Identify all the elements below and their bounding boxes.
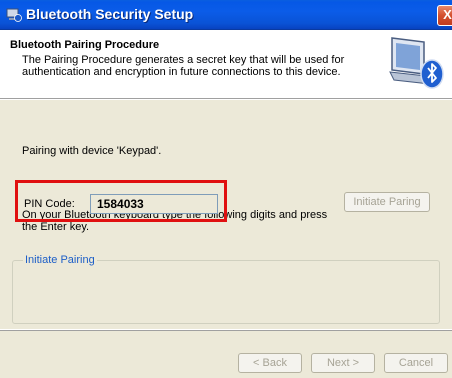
next-button[interactable]: Next > [311, 353, 375, 373]
wizard-header: Bluetooth Pairing Procedure The Pairing … [0, 30, 452, 99]
back-button[interactable]: < Back [238, 353, 302, 373]
bluetooth-app-icon [6, 7, 22, 23]
group-legend: Initiate Pairing [23, 254, 97, 266]
initiate-pairing-group: Initiate Pairing [12, 254, 440, 324]
header-description: The Pairing Procedure generates a secret… [22, 54, 345, 78]
title-bar: Bluetooth Security Setup X [0, 0, 452, 30]
header-title: Bluetooth Pairing Procedure [10, 39, 160, 51]
wizard-footer: < Back Next > Cancel [0, 330, 452, 378]
pairing-device-text: Pairing with device 'Keypad'. [22, 145, 162, 157]
pin-highlight-box [15, 180, 227, 222]
close-button[interactable]: X [437, 5, 452, 26]
window-title: Bluetooth Security Setup [26, 6, 194, 22]
bluetooth-computer-icon [384, 32, 444, 94]
cancel-button[interactable]: Cancel [384, 353, 448, 373]
initiate-pairing-button[interactable]: Initiate Paring [344, 192, 430, 212]
